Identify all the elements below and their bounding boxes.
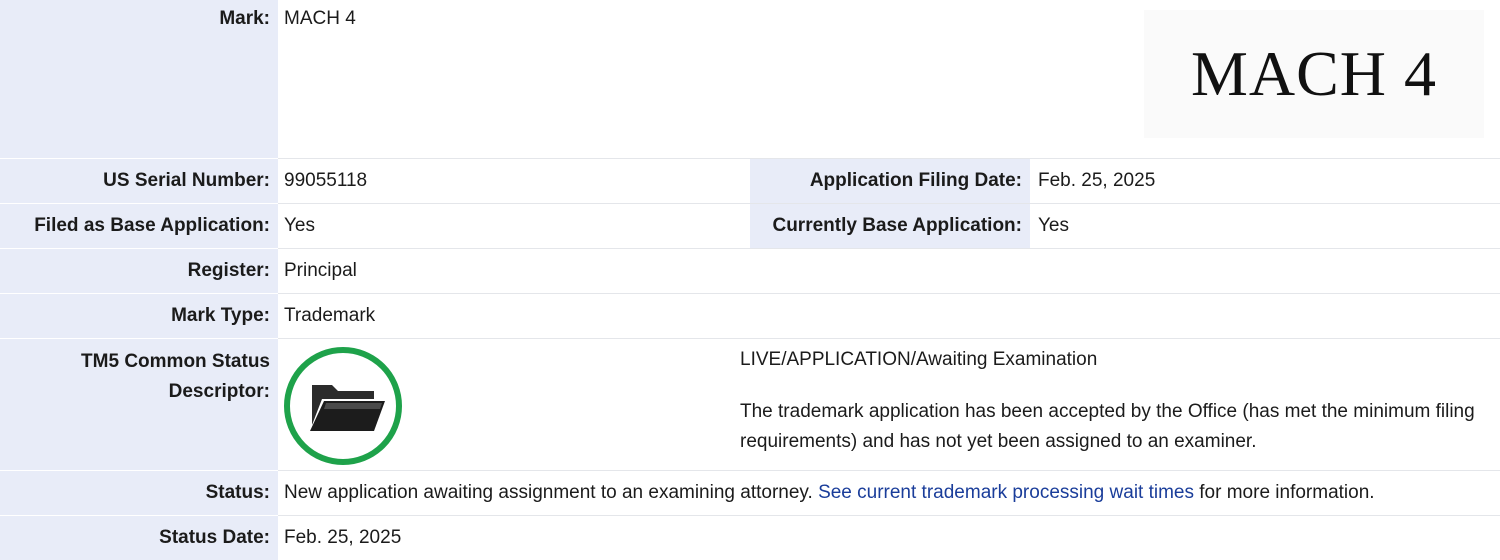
processing-wait-times-link[interactable]: See current trademark processing wait ti… (818, 482, 1194, 503)
register-label: Register: (0, 249, 278, 293)
mark-label: Mark: (0, 0, 278, 158)
filing-date-value: Feb. 25, 2025 (1038, 170, 1156, 191)
tm5-status-title: LIVE/APPLICATION/Awaiting Examination (740, 349, 1098, 370)
current-base-label: Currently Base Application: (750, 204, 1030, 248)
tm5-label: TM5 Common Status Descriptor: (0, 339, 278, 470)
mark-type-value: Trademark (284, 305, 376, 326)
status-text: New application awaiting assignment to a… (284, 482, 819, 503)
status-ring-icon (284, 347, 402, 465)
mark-image: MACH 4 (1144, 10, 1484, 138)
status-label: Status: (0, 471, 278, 515)
filing-date-label: Application Filing Date: (750, 159, 1030, 203)
tm5-value-cell: LIVE/APPLICATION/Awaiting Examination Th… (278, 339, 1500, 470)
trademark-status-page: Mark: MACH 4 MACH 4 US Serial Number: 99… (0, 0, 1500, 560)
serial-value: 99055118 (284, 170, 368, 191)
mark-value-cell: MACH 4 MACH 4 (278, 0, 1500, 158)
status-value: New application awaiting assignment to a… (278, 471, 1500, 515)
status-text-suffix: for more information. (1194, 482, 1375, 503)
tm5-label-line1: TM5 Common Status (81, 351, 270, 372)
mark-value: MACH 4 (284, 8, 356, 29)
open-folder-icon (310, 385, 385, 431)
mark-type-label: Mark Type: (0, 294, 278, 338)
serial-row: US Serial Number: 99055118 Application F… (0, 159, 1500, 203)
current-base-value: Yes (1038, 215, 1069, 236)
status-date-row: Status Date: Feb. 25, 2025 (0, 516, 1500, 560)
mark-type-row: Mark Type: Trademark (0, 294, 1500, 338)
filed-base-label: Filed as Base Application: (0, 204, 278, 248)
serial-label: US Serial Number: (0, 159, 278, 203)
status-date-value: Feb. 25, 2025 (284, 527, 402, 548)
register-row: Register: Principal (0, 249, 1500, 293)
tm5-status-description: The trademark application has been accep… (740, 401, 1475, 452)
register-value: Principal (284, 260, 357, 281)
mark-image-text: MACH 4 (1190, 38, 1438, 109)
mark-row: Mark: MACH 4 MACH 4 (0, 0, 1500, 158)
status-date-label: Status Date: (0, 516, 278, 560)
status-row: Status: New application awaiting assignm… (0, 471, 1500, 515)
base-application-row: Filed as Base Application: Yes Currently… (0, 204, 1500, 248)
tm5-row: TM5 Common Status Descriptor: LIVE/APPLI… (0, 339, 1500, 470)
tm5-label-line2: Descriptor: (168, 381, 270, 402)
filed-base-value: Yes (284, 215, 315, 236)
